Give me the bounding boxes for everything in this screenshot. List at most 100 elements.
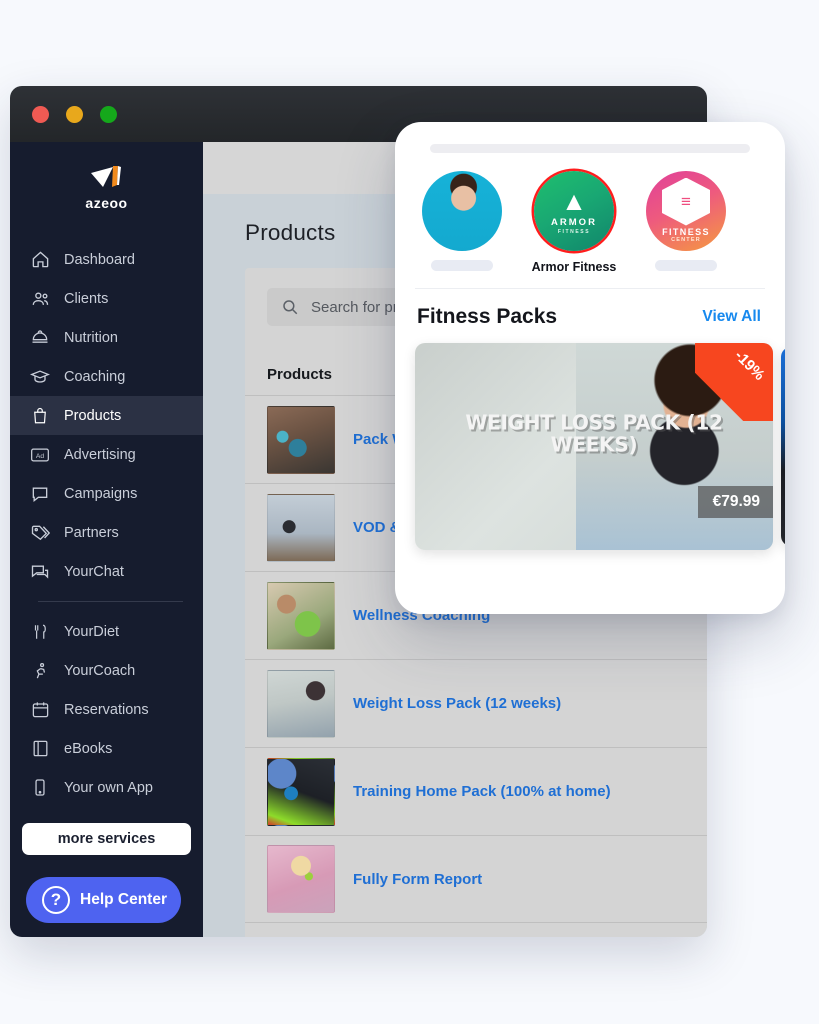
- question-mark-icon: ?: [42, 886, 70, 914]
- brand-logo[interactable]: azeoo: [10, 148, 203, 226]
- calendar-icon: [30, 700, 50, 720]
- sidebar-item-yourdiet[interactable]: YourDiet: [10, 612, 203, 651]
- fitness-wordmark: FITNESS: [662, 226, 710, 237]
- sidebar-item-label: Nutrition: [64, 329, 118, 346]
- discount-value: -19%: [731, 347, 768, 384]
- armor-wordmark: ARMOR: [551, 216, 597, 228]
- sidebar-item-label: Clients: [64, 290, 109, 307]
- sidebar-item-label: Your own App: [64, 779, 153, 796]
- traffic-light-controls: [32, 106, 117, 123]
- featured-pack-card[interactable]: WEIGHT LOSS PACK (12 WEEKS) -19% €79.99: [415, 343, 773, 550]
- product-thumbnail: [267, 757, 335, 826]
- sidebar-item-yourcoach[interactable]: YourCoach: [10, 651, 203, 690]
- azeoo-logo-icon: [90, 166, 121, 187]
- product-name-link[interactable]: Fully Form Report: [353, 871, 482, 888]
- cutlery-icon: [30, 622, 50, 642]
- avatar-item[interactable]: [417, 171, 507, 271]
- svg-text:Ad: Ad: [36, 452, 44, 459]
- brand-name: azeoo: [85, 195, 128, 211]
- sidebar-item-products[interactable]: Products: [10, 396, 203, 435]
- sidebar-item-partners[interactable]: Partners: [10, 513, 203, 552]
- armor-fitness-logo-icon: ▲ ARMOR FITNESS: [534, 171, 614, 251]
- card-top-placeholder-bar: [430, 144, 750, 153]
- fitness-center-logo-icon: ≡ FITNESS CENTER: [646, 171, 726, 251]
- sidebar-item-label: Partners: [64, 524, 119, 541]
- chat-icon: [30, 562, 50, 582]
- mobile-preview-card: ▲ ARMOR FITNESS Armor Fitness ≡ FITNESS …: [395, 122, 785, 614]
- sidebar-item-yourchat[interactable]: YourChat: [10, 552, 203, 591]
- sidebar-divider: [38, 601, 183, 602]
- people-icon: [30, 289, 50, 309]
- sidebar-item-nutrition[interactable]: Nutrition: [10, 318, 203, 357]
- home-icon: [30, 250, 50, 270]
- sidebar-item-label: eBooks: [64, 740, 113, 757]
- sidebar-item-label: YourChat: [64, 563, 124, 580]
- more-services-label: more services: [57, 831, 156, 847]
- more-services-button[interactable]: more services: [22, 823, 191, 855]
- product-name-link[interactable]: Weight Loss Pack (12 weeks): [353, 695, 561, 712]
- armor-subwordmark: FITNESS: [557, 228, 591, 235]
- tag-icon: [30, 523, 50, 543]
- avatar-label-placeholder: [431, 260, 493, 271]
- book-icon: [30, 739, 50, 759]
- sidebar-item-label: YourCoach: [64, 662, 136, 679]
- help-center-button[interactable]: ? Help Center: [26, 877, 181, 923]
- runner-icon: [30, 661, 50, 681]
- sidebar-item-campaigns[interactable]: Campaigns: [10, 474, 203, 513]
- sidebar-item-label: Reservations: [64, 701, 149, 718]
- view-all-link[interactable]: View All: [702, 308, 761, 326]
- avatar-label: Armor Fitness: [531, 260, 617, 274]
- mobile-icon: [30, 778, 50, 798]
- sidebar-item-label: Dashboard: [64, 251, 135, 268]
- product-thumbnail: [267, 669, 335, 738]
- product-thumbnail: [267, 405, 335, 474]
- sidebar: azeoo Dashboard Clients Nutrition Coachi…: [10, 142, 203, 937]
- sidebar-item-label: YourDiet: [64, 623, 120, 640]
- page-root: azeoo Dashboard Clients Nutrition Coachi…: [0, 0, 819, 1024]
- sidebar-item-dashboard[interactable]: Dashboard: [10, 240, 203, 279]
- sidebar-item-your-own-app[interactable]: Your own App: [10, 768, 203, 807]
- minimize-window-button[interactable]: [66, 106, 83, 123]
- graduation-icon: [30, 367, 50, 387]
- avatar-item-armor-fitness[interactable]: ▲ ARMOR FITNESS Armor Fitness: [529, 171, 619, 274]
- help-center-label: Help Center: [80, 891, 167, 908]
- search-icon: [281, 298, 299, 316]
- sidebar-item-label: Campaigns: [64, 485, 138, 502]
- sidebar-item-ebooks[interactable]: eBooks: [10, 729, 203, 768]
- price-badge: €79.99: [697, 486, 773, 518]
- sidebar-item-advertising[interactable]: Ad Advertising: [10, 435, 203, 474]
- dumbbell-icon: ≡: [681, 192, 691, 211]
- primary-nav: Dashboard Clients Nutrition Coaching Pro…: [10, 240, 203, 807]
- product-thumbnail: [267, 845, 335, 913]
- hexagon-shape: ≡: [662, 177, 710, 226]
- avatar: ▲ ARMOR FITNESS: [534, 171, 614, 251]
- discount-badge: -19%: [695, 343, 773, 421]
- sidebar-item-coaching[interactable]: Coaching: [10, 357, 203, 396]
- fitness-subwordmark: CENTER: [671, 236, 701, 243]
- section-title: Fitness Packs: [417, 305, 558, 328]
- avatar-item[interactable]: ≡ FITNESS CENTER: [641, 171, 731, 271]
- sidebar-item-label: Coaching: [64, 368, 126, 385]
- shopping-bag-icon: [30, 406, 50, 426]
- speech-bubble-icon: [30, 484, 50, 504]
- avatar: [422, 171, 502, 251]
- sidebar-item-reservations[interactable]: Reservations: [10, 690, 203, 729]
- sidebar-item-label: Products: [64, 407, 122, 424]
- table-row[interactable]: Weight Loss Pack (12 weeks): [245, 659, 707, 747]
- partner-avatars-row: ▲ ARMOR FITNESS Armor Fitness ≡ FITNESS …: [395, 153, 785, 274]
- close-window-button[interactable]: [32, 106, 49, 123]
- product-name-link[interactable]: Training Home Pack (100% at home): [353, 783, 611, 800]
- avatar: ≡ FITNESS CENTER: [646, 171, 726, 251]
- armor-mountain-icon: ▲: [561, 185, 587, 216]
- table-row[interactable]: Training Home Pack (100% at home): [245, 747, 707, 835]
- packs-carousel[interactable]: WEIGHT LOSS PACK (12 WEEKS) -19% €79.99: [395, 343, 785, 558]
- nutrition-icon: [30, 328, 50, 348]
- maximize-window-button[interactable]: [100, 106, 117, 123]
- sidebar-item-clients[interactable]: Clients: [10, 279, 203, 318]
- sidebar-item-label: Advertising: [64, 446, 136, 463]
- table-row[interactable]: Fully Form Report: [245, 835, 707, 923]
- fitness-packs-header: Fitness Packs View All: [395, 289, 785, 329]
- product-thumbnail: [267, 581, 335, 650]
- next-pack-card-peek[interactable]: [781, 347, 785, 546]
- product-thumbnail: [267, 493, 335, 562]
